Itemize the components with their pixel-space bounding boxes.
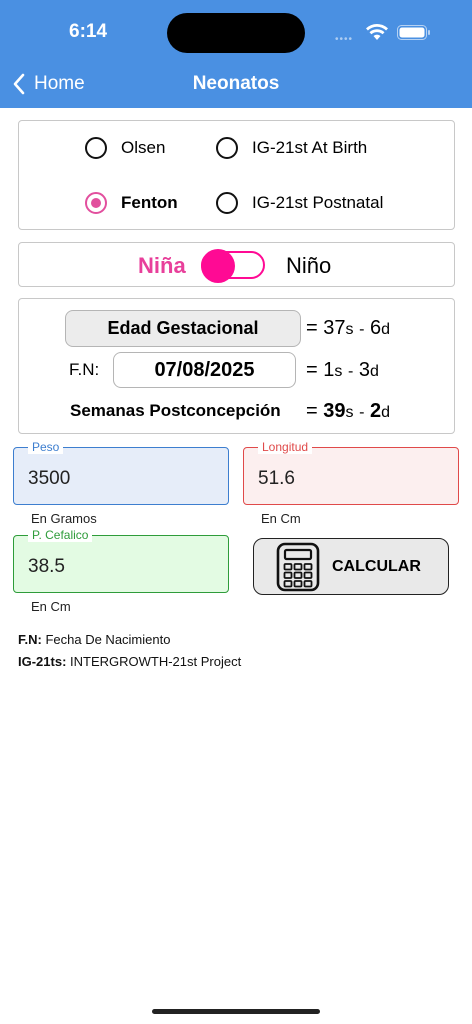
gender-female-label[interactable]: Niña (138, 253, 186, 279)
radio-label: IG-21st At Birth (252, 138, 368, 157)
radio-indicator (85, 137, 107, 159)
gender-male-label[interactable]: Niño (286, 253, 331, 279)
birth-date-picker[interactable]: 07/08/2025 (113, 352, 296, 388)
footnote-fn: F.N: Fecha De Nacimiento (18, 632, 171, 647)
birth-date-label: F.N: (69, 360, 100, 379)
postnatal-age-value: = 1s - 3d (306, 359, 379, 381)
radio-label: Fenton (121, 193, 178, 212)
weight-legend: Peso (28, 440, 64, 454)
navigation-bar: 6:14 •••• Home Neonatos (0, 0, 472, 108)
radio-indicator-selected (85, 192, 107, 214)
status-time: 6:14 (69, 21, 108, 42)
footnote-ig21: IG-21ts: INTERGROWTH-21st Project (18, 654, 242, 669)
radio-ig21-postnatal[interactable]: IG-21st Postnatal (216, 192, 383, 214)
head-circumference-unit: En Cm (31, 599, 71, 614)
chart-options-panel: Olsen IG-21st At Birth Fenton IG-21st Po… (18, 120, 455, 230)
home-indicator[interactable] (152, 1009, 320, 1014)
toggle-knob (201, 249, 235, 283)
length-unit: En Cm (261, 511, 301, 526)
length-value[interactable]: 51.6 (258, 468, 295, 490)
dynamic-island (167, 13, 305, 53)
gestational-age-value: = 37s - 6d (306, 317, 390, 339)
calculate-button[interactable]: CALCULAR (253, 538, 449, 595)
calculator-icon (276, 542, 320, 591)
cellular-dots-icon: •••• (335, 34, 354, 45)
radio-olsen[interactable]: Olsen (85, 137, 165, 159)
head-circumference-value[interactable]: 38.5 (28, 556, 65, 578)
weight-unit: En Gramos (31, 511, 97, 526)
postconception-value: = 39s - 2d (306, 400, 390, 422)
length-legend: Longitud (258, 440, 313, 454)
page-title: Neonatos (192, 73, 280, 94)
calculate-label: CALCULAR (332, 557, 421, 575)
wifi-icon (366, 24, 388, 40)
weight-field[interactable]: Peso 3500 (13, 440, 229, 505)
battery-icon (397, 25, 430, 40)
head-circumference-field[interactable]: P. Cefalico 38.5 (13, 528, 229, 593)
radio-indicator (216, 192, 238, 214)
weight-value[interactable]: 3500 (28, 468, 70, 490)
radio-indicator (216, 137, 238, 159)
radio-ig21-birth[interactable]: IG-21st At Birth (216, 137, 367, 159)
gestational-age-button[interactable]: Edad Gestacional (65, 310, 301, 347)
gender-toggle[interactable] (201, 249, 265, 283)
head-circumference-legend: P. Cefalico (28, 528, 93, 542)
length-field[interactable]: Longitud 51.6 (243, 440, 459, 505)
radio-label: Olsen (121, 138, 166, 157)
radio-label: IG-21st Postnatal (252, 193, 384, 212)
radio-fenton[interactable]: Fenton (85, 192, 178, 214)
postconception-label: Semanas Postconcepción (70, 401, 281, 420)
